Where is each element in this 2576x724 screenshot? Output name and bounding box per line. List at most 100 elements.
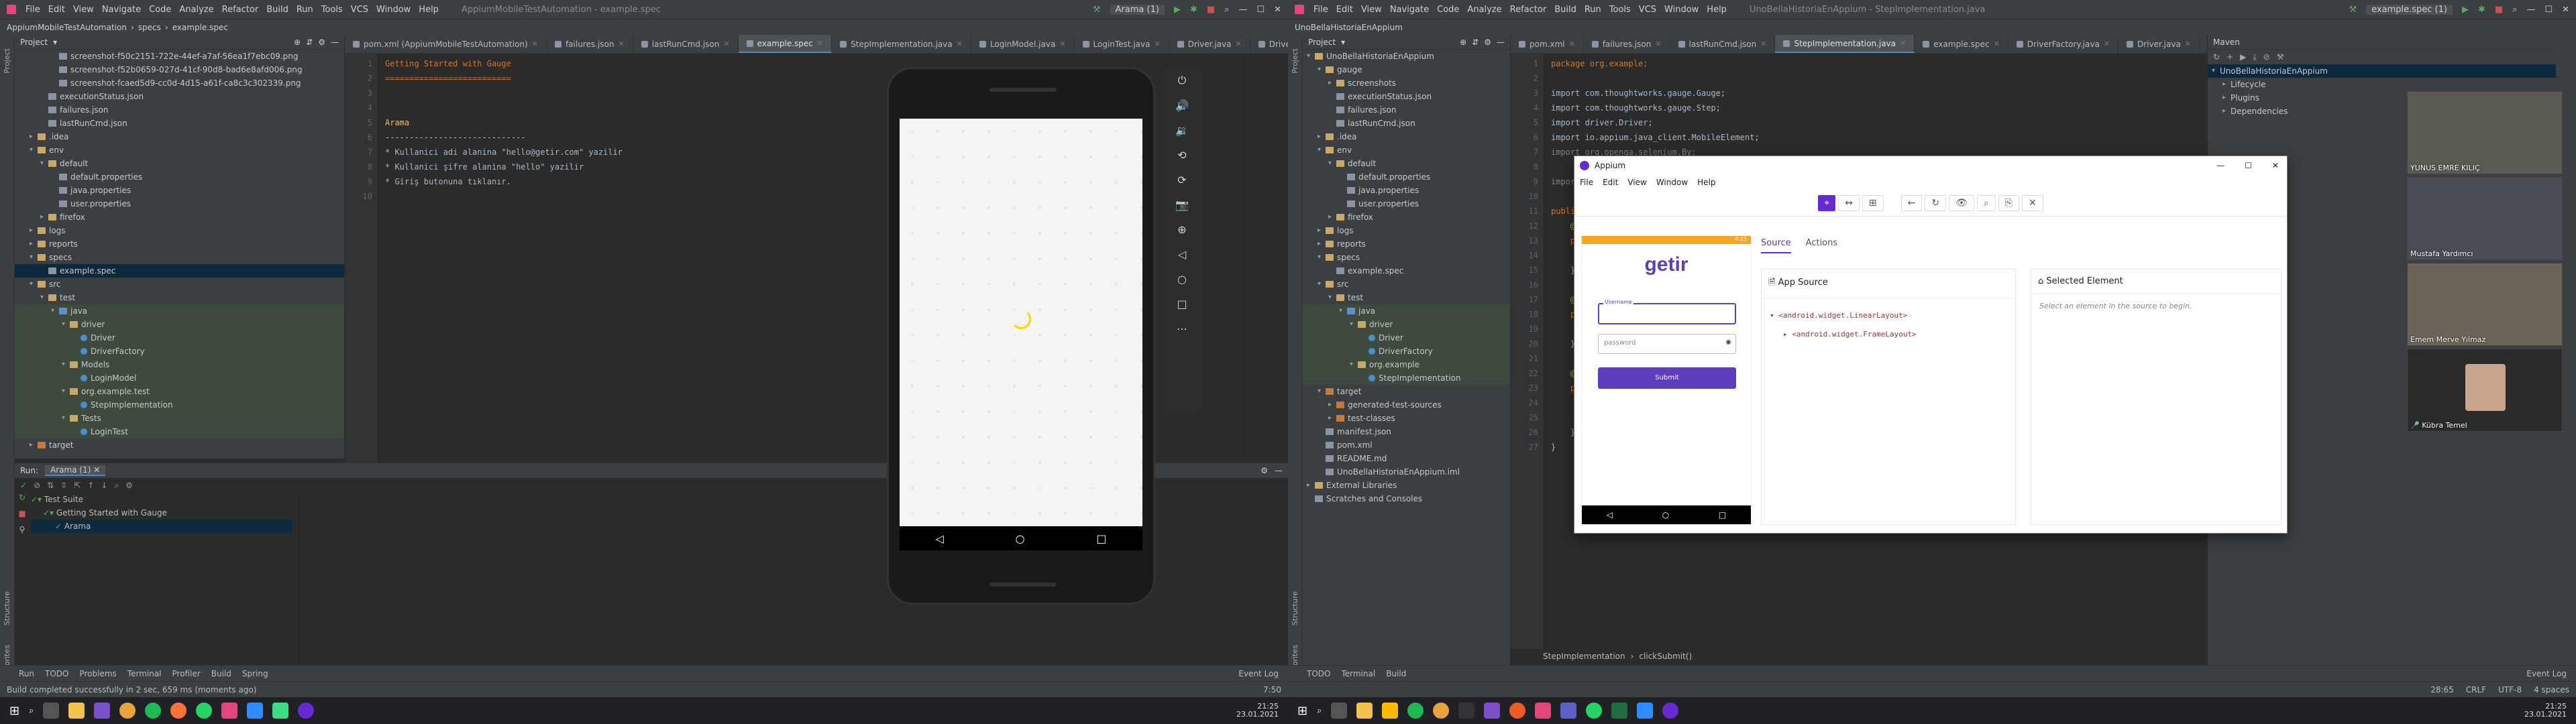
overview-icon[interactable]: □	[1177, 298, 1187, 310]
tap-coordinates-icon[interactable]: ⊞	[1862, 194, 1884, 211]
hammer-icon[interactable]: ⚒	[1093, 5, 1101, 15]
stop-icon[interactable]: ■	[18, 509, 25, 518]
nav-home-icon[interactable]: ○	[1662, 510, 1669, 520]
close-tab-icon[interactable]: ✕	[817, 39, 823, 48]
chevron-right-icon[interactable]: ▸	[1307, 479, 1315, 492]
device-screenshot[interactable]: 4:25 getir Username password ◉ Submit ◁ ○…	[1581, 235, 1752, 525]
editor-tab[interactable]: example.spec ✕	[738, 35, 833, 53]
tree-item[interactable]: ▾ UnoBellaHistoriaEnAppium	[1303, 50, 1510, 63]
chevron-down-icon[interactable]: ▾	[1328, 157, 1336, 170]
locate-icon[interactable]: ⊕	[1460, 38, 1466, 47]
chevron-down-icon[interactable]: ▾	[1318, 251, 1326, 264]
editor-tab[interactable]: DriverFactory.java✕	[1250, 35, 1288, 53]
tests-passed-icon[interactable]: ✓	[20, 481, 27, 490]
close-tab-icon[interactable]: ✕	[1059, 40, 1065, 48]
back-icon[interactable]: ◁	[1178, 248, 1186, 261]
menu-item[interactable]: Help	[1707, 5, 1727, 15]
swipe-icon[interactable]: ↔	[1838, 194, 1860, 211]
close-icon[interactable]: ✕	[2562, 5, 2569, 15]
structure-tool-tab[interactable]: Structure	[3, 591, 11, 625]
menu-item[interactable]: Help	[419, 5, 439, 15]
menu-item[interactable]: Navigate	[102, 5, 141, 15]
chevron-right-icon[interactable]: ▸	[1318, 224, 1326, 237]
tree-item[interactable]: ▾ org.example	[1303, 358, 1510, 371]
phone-screen[interactable]	[900, 119, 1142, 526]
stop-icon[interactable]: ■	[1207, 5, 1215, 15]
collapse-all-icon[interactable]: ⇱	[74, 481, 80, 490]
tree-item[interactable]: java.properties	[1303, 184, 1510, 197]
editor-tab[interactable]: lastRunCmd.json ✕	[633, 35, 739, 53]
tree-item[interactable]: UnoBellaHistoriaEnAppium.iml	[1303, 465, 1510, 479]
tool-window-button[interactable]: Build	[211, 669, 231, 678]
tool-window-button[interactable]: Terminal	[127, 669, 162, 678]
run-tab[interactable]: Arama (1) ✕	[45, 465, 106, 476]
chevron-down-icon[interactable]: ▾	[1350, 318, 1358, 331]
show-attributes-icon[interactable]: 👁	[1949, 194, 1974, 211]
close-tab-icon[interactable]: ✕	[2104, 40, 2110, 48]
locate-icon[interactable]: ⊕	[294, 38, 301, 47]
chrome-icon[interactable]	[1433, 703, 1450, 719]
zoom-icon[interactable]	[1637, 703, 1654, 719]
spotify-icon[interactable]	[145, 703, 162, 719]
menu-item[interactable]: Edit	[48, 5, 65, 15]
tab-source[interactable]: Source	[1761, 238, 1791, 253]
run-icon[interactable]: ▶	[1174, 5, 1181, 15]
tool-window-button[interactable]: Profiler	[172, 669, 201, 678]
zoom-icon[interactable]: ⊕	[1177, 223, 1186, 236]
left-clock[interactable]: 21:25 23.01.2021	[1236, 703, 1279, 719]
tool-window-button[interactable]: TODO	[1307, 669, 1330, 678]
search-icon[interactable]: ⌕	[114, 481, 119, 491]
chevron-down-icon[interactable]: ▾	[1307, 50, 1315, 63]
tree-item[interactable]: DriverFactory	[15, 345, 344, 358]
menu-item[interactable]: Run	[297, 5, 313, 15]
run-icon[interactable]: ▶	[2462, 5, 2469, 15]
chevron-right-icon[interactable]: ▸	[2222, 91, 2231, 105]
tree-item[interactable]: ▸ External Libraries	[1303, 479, 1510, 492]
copy-icon[interactable]: ⎘	[1998, 194, 2019, 211]
editor-tab[interactable]: Driver.java ✕	[2118, 35, 2200, 53]
minimize-icon[interactable]: —	[1238, 5, 1247, 15]
line-separator[interactable]: CRLF	[2466, 685, 2486, 695]
scenario-node[interactable]: ✓ Arama	[31, 520, 292, 533]
tree-item[interactable]: ▸ logs	[1303, 224, 1510, 237]
left-run-config[interactable]: Arama (1)	[1110, 4, 1165, 15]
tree-item[interactable]: ▾ target	[1303, 385, 1510, 398]
stop-icon[interactable]: ■	[2495, 5, 2503, 15]
editor-tab[interactable]: StepImplementation.java ✕	[1775, 35, 1915, 53]
tree-item[interactable]: ▾ UnoBellaHistoriaEnAppium	[2208, 64, 2556, 78]
chevron-down-icon[interactable]: ▾	[40, 157, 48, 170]
tool-window-button[interactable]: Run	[19, 669, 34, 678]
code-line[interactable]: import io.appium.java_client.MobileEleme…	[1551, 130, 2207, 145]
tree-item[interactable]: example.spec	[15, 264, 344, 278]
tree-item[interactable]: default.properties	[15, 170, 344, 184]
close-tab-icon[interactable]: ✕	[1994, 40, 2000, 48]
nav-recents-icon[interactable]: □	[1719, 510, 1726, 520]
menu-item[interactable]: Build	[1554, 5, 1576, 15]
rerun-icon[interactable]: ↻	[19, 493, 25, 502]
visual-studio-icon[interactable]	[94, 703, 111, 719]
tree-item[interactable]: ▸ logs	[15, 224, 344, 237]
tree-item[interactable]: ▾ specs	[1303, 251, 1510, 264]
tool-window-button[interactable]: Build	[1386, 669, 1406, 678]
project-tool-tab[interactable]: Project	[1291, 48, 1299, 74]
expand-icon[interactable]: ⇳	[60, 481, 67, 490]
editor-tab[interactable]: failures.json ✕	[1584, 35, 1670, 53]
chevron-right-icon[interactable]: ▸	[30, 130, 38, 143]
chevron-down-icon[interactable]: ▾	[62, 412, 70, 425]
collapse-icon[interactable]: ⇵	[1472, 38, 1479, 47]
chevron-down-icon[interactable]: ▾	[1339, 304, 1347, 318]
maximize-icon[interactable]: ☐	[2544, 5, 2553, 15]
chevron-down-icon[interactable]: ▾	[1318, 63, 1326, 76]
chevron-down-icon[interactable]: ▾	[51, 304, 59, 318]
editor-tab[interactable]: pom.xml ✕	[1511, 35, 1584, 53]
nav-back-icon[interactable]: ◁	[1607, 510, 1613, 520]
postman-icon[interactable]	[1509, 703, 1526, 719]
chevron-right-icon[interactable]: ▸	[30, 237, 38, 251]
close-tab-icon[interactable]: ✕	[723, 40, 729, 48]
tree-item[interactable]: ▾ src	[1303, 278, 1510, 291]
tree-item[interactable]: Driver	[15, 331, 344, 345]
intellij-icon[interactable]	[1535, 703, 1552, 719]
tree-item[interactable]: executionStatus.json	[15, 90, 344, 103]
menu-item[interactable]: Tools	[321, 5, 343, 15]
close-tab-icon[interactable]: ✕	[1235, 40, 1241, 48]
